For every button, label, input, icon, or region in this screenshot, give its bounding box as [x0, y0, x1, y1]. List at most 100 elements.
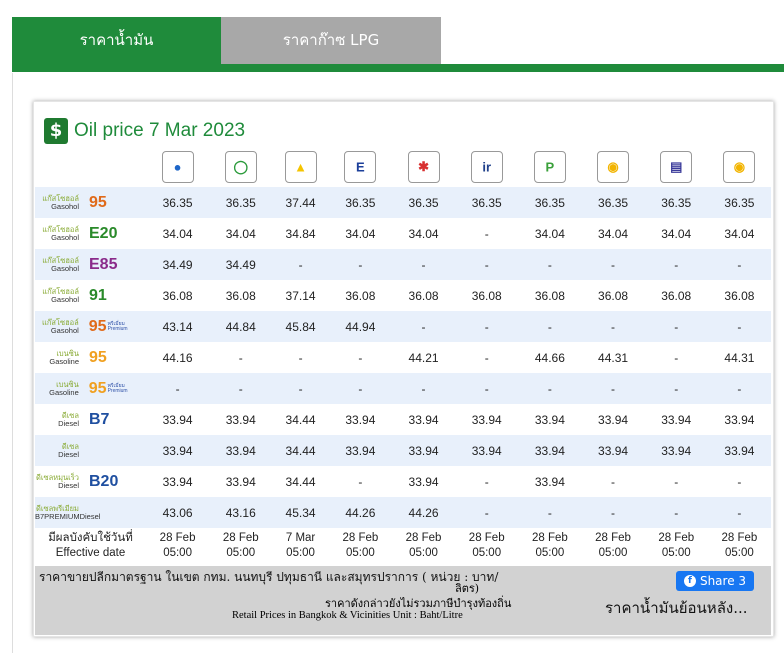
price-cell: 34.44 [285, 474, 316, 489]
effective-date-cell: 7 Mar 05:00 [272, 528, 328, 564]
effective-date-cell: 28 Feb 05:00 [708, 528, 771, 564]
fuel-label: เบนซิน Gasoline 95 พรีเมี่ยม Premium [35, 373, 146, 404]
caltex-logo-icon: ✱ [407, 151, 440, 183]
facebook-icon: f [683, 575, 696, 587]
price-cell: 33.94 [534, 412, 565, 427]
fuel-name-en: Diesel [58, 480, 79, 490]
price-cell: 33.94 [661, 412, 692, 427]
price-history-link[interactable]: ราคาน้ำมันย้อนหลัง... [605, 596, 748, 620]
fuel-label-content: แก๊สโซฮอล์ Gasohol 95 พรีเมี่ยม Premium [35, 311, 146, 342]
effective-date: 28 Feb [721, 532, 758, 544]
tab-lpg-price[interactable]: ราคาก๊าซ LPG [221, 17, 441, 64]
price-cell: - [581, 249, 645, 280]
pure-logo-icon: ▤ [660, 151, 693, 183]
share-button[interactable]: f Share 3 [676, 571, 754, 591]
price-cell: - [707, 311, 771, 342]
fuel-row: เบนซิน Gasoline 95 พรีเมี่ยม Premium - - - - - - -… [35, 373, 771, 404]
fuel-name-en: Gasohol [51, 201, 79, 211]
fuel-label: แก๊สโซฮอล์ Gasohol 95 [35, 187, 146, 218]
price-cell: 36.08 [345, 288, 376, 303]
price-cell: - [644, 311, 708, 342]
pt-logo-icon: P [533, 151, 566, 183]
price-cell: 33.94 [724, 412, 755, 427]
shell-logo-icon: ▲ [284, 151, 317, 183]
price-cell: 33.94 [162, 412, 193, 427]
tab-oil-price[interactable]: ราคาน้ำมัน [12, 17, 221, 64]
fuel-row: ดีเซลหมุนเร็ว Diesel B20 33.94 33.94 34.44 - 33… [35, 466, 771, 497]
fuel-label-content: ดีเซลพรีเมียม B7PREMIUMDiesel [35, 497, 146, 528]
fuel-label-content: แก๊สโซฮอล์ Gasohol 91 [35, 280, 146, 311]
share-label: Share 3 [699, 574, 747, 588]
fuel-grade: B7 [89, 410, 110, 428]
effective-date-cell: 28 Feb 05:00 [146, 528, 209, 564]
price-table: ● ◯ ▲ E ✱ ir P ◉ ▤ ◉ แก๊สโซฮอล์ Gasohol 95 36.35 36.35… [35, 147, 771, 564]
fuel-name: แก๊สโซฮอล์ Gasohol [35, 256, 79, 273]
price-cell: 37.44 [272, 187, 329, 218]
brand-logo-cell: ✱ [392, 147, 455, 187]
price-cell: 33.94 [644, 435, 708, 466]
effective-time: 05:00 [661, 547, 691, 559]
tab-underline [12, 64, 784, 72]
price-cell: 33.94 [225, 412, 256, 427]
price-cell: 45.34 [272, 497, 329, 528]
price-cell: - [484, 350, 489, 365]
price-cell: 43.06 [146, 497, 210, 528]
brand-logo-cell: ▤ [645, 147, 708, 187]
susco-logo-icon: ◉ [597, 151, 630, 183]
fuel-row: ดีเซลพรีเมียม B7PREMIUMDiesel 43.06 43.16 45… [35, 497, 771, 528]
fuel-grade: 95 [88, 317, 107, 335]
price-cell: 36.35 [707, 187, 771, 218]
price-cell: - [455, 373, 519, 404]
logo-glyph: ▤ [670, 159, 683, 174]
fuel-label: ดีเซลพรีเมียม B7PREMIUMDiesel [35, 497, 146, 528]
premium-tag: พรีเมี่ยม Premium [107, 382, 128, 394]
fuel-name: แก๊สโซฮอล์ Gasohol [35, 225, 79, 242]
price-cell: - [146, 373, 210, 404]
fuel-name-en: Gasohol [51, 294, 79, 304]
price-cell: 36.08 [225, 288, 256, 303]
price-cell: 34.84 [285, 226, 316, 241]
price-cell: - [581, 311, 645, 342]
fuel-label: แก๊สโซฮอล์ Gasohol 91 [35, 280, 146, 311]
bangchak-logo-icon: ◯ [224, 151, 257, 183]
fuel-name-en: Gasohol [50, 325, 79, 335]
logo-glyph: ir [482, 159, 492, 175]
effective-date: 28 Feb [159, 532, 196, 544]
price-cell: - [272, 249, 329, 280]
fuel-name-en: Diesel [58, 418, 79, 428]
price-cell: 43.16 [209, 497, 273, 528]
fuel-label: แก๊สโซฮอล์ Gasohol 95 พรีเมี่ยม Premium [35, 311, 146, 342]
fuel-row: แก๊สโซฮอล์ Gasohol 95 พรีเมี่ยม Premium 43.1… [35, 311, 771, 342]
fuel-label-content: แก๊สโซฮอล์ Gasohol 95 [35, 187, 146, 218]
price-cell: 36.08 [598, 288, 629, 303]
oil-price-card: $ Oil price 7 Mar 2023 ● ◯ ▲ E ✱ ir P ◉ ▤ ◉ แก๊สโซ… [33, 101, 774, 637]
logo-glyph: ● [173, 159, 182, 175]
price-cell: - [707, 249, 771, 280]
effective-time: 05:00 [472, 547, 502, 559]
price-cell: 36.35 [581, 187, 645, 218]
price-cell: - [455, 311, 519, 342]
price-cell: 43.14 [146, 311, 210, 342]
effective-date-cell: 28 Feb 05:00 [645, 528, 708, 564]
price-cell: - [674, 350, 679, 365]
price-cell: 34.04 [345, 226, 376, 241]
effective-date: 28 Feb [222, 532, 259, 544]
effective-time: 05:00 [286, 547, 315, 559]
price-cell: 33.94 [146, 435, 210, 466]
price-cell: 36.35 [391, 187, 456, 218]
effective-date-cell: 28 Feb 05:00 [209, 528, 272, 564]
brand-logo-cell: ● [146, 147, 209, 187]
effective-date: 28 Feb [342, 532, 379, 544]
fuel-row: เบนซิน Gasoline 95 44.16 - - - 44.21 - 44.66 44.31… [35, 342, 771, 373]
price-cell: - [611, 474, 616, 489]
logo-glyph: P [545, 159, 555, 175]
brand-logo-cell: ◉ [708, 147, 771, 187]
fuel-label: ดีเซลหมุนเร็ว Diesel B20 [35, 466, 146, 497]
fuel-label-content: ดีเซล Diesel [35, 435, 146, 466]
price-cell: 33.94 [598, 412, 629, 427]
price-cell: - [737, 474, 742, 489]
price-cell: 36.35 [644, 187, 708, 218]
footer-bar: ราคาขายปลีกมาตรฐาน ในเขต กทม. นนทบุรี ปท… [35, 566, 771, 635]
fuel-row: แก๊สโซฮอล์ Gasohol E20 34.04 34.04 34.84 34.04… [35, 218, 771, 249]
price-cell: 33.94 [581, 435, 645, 466]
